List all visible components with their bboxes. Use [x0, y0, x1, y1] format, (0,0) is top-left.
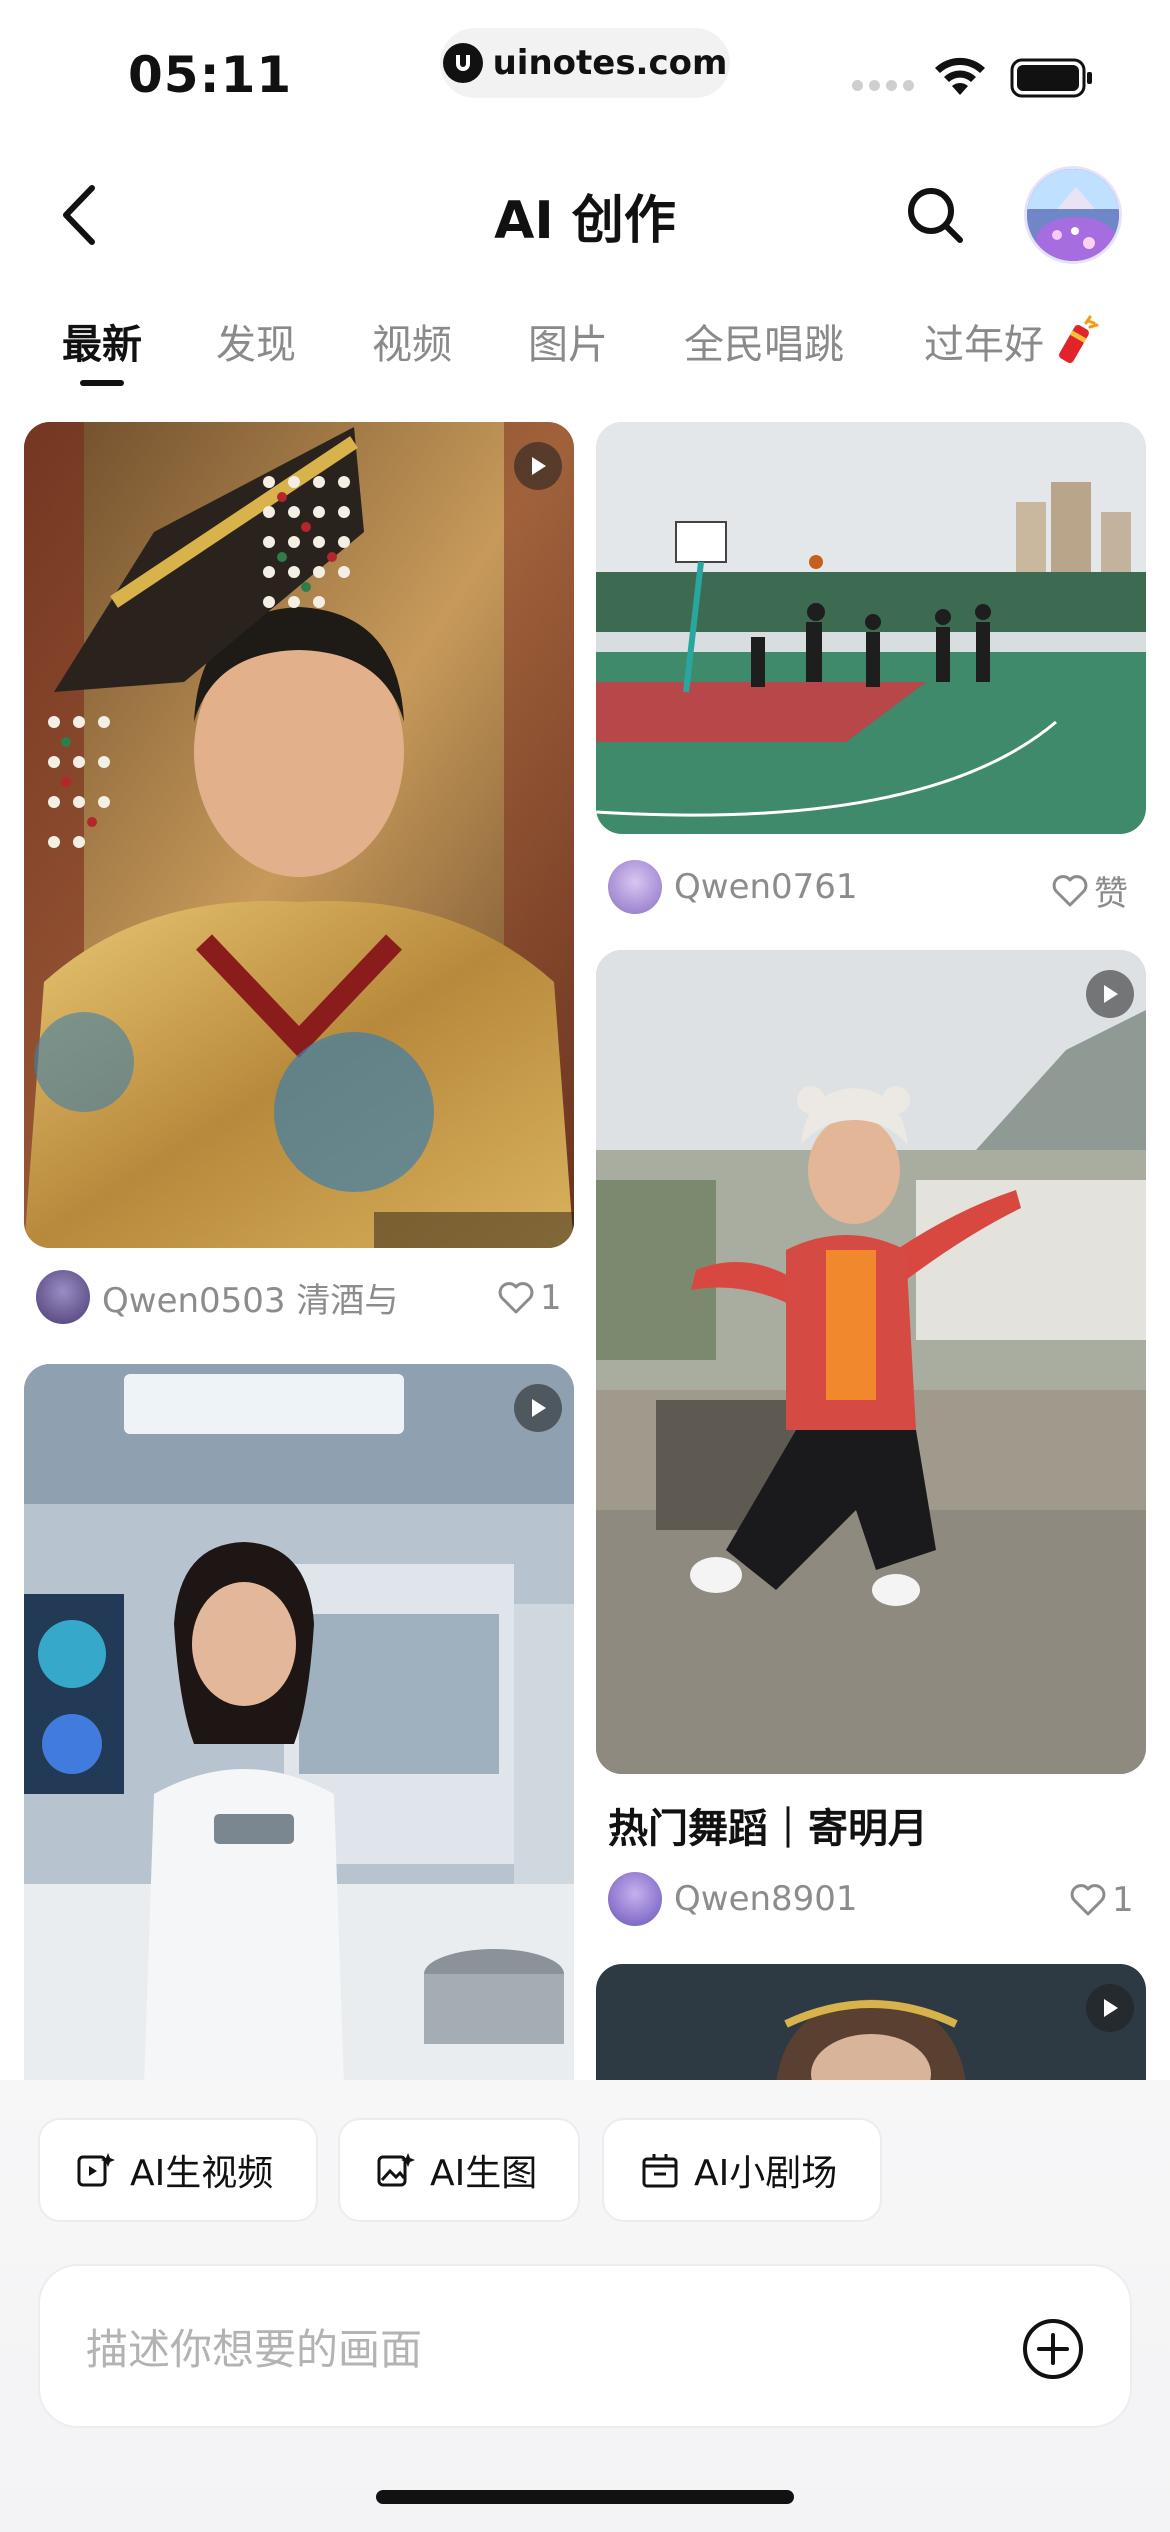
emperor-video-card[interactable]	[24, 422, 574, 1248]
prompt-composer	[38, 2264, 1132, 2428]
site-logo-icon	[442, 43, 483, 83]
search-button[interactable]	[900, 180, 970, 250]
tab-image[interactable]: 图片	[528, 312, 608, 370]
search-icon	[908, 188, 963, 243]
heart-icon	[498, 1282, 534, 1314]
like-count: 1	[1112, 1880, 1134, 1920]
image-sparkle-icon	[377, 2153, 415, 2187]
like-button-dance[interactable]: 1	[1070, 1880, 1134, 1920]
basketball-image-card[interactable]	[596, 422, 1146, 834]
ai-video-label: AI生视频	[130, 2153, 274, 2194]
wifi-icon	[932, 55, 988, 101]
card-author-dance[interactable]: Qwen8901	[608, 1872, 908, 1926]
author-name: Qwen0503 清酒与	[102, 1280, 399, 1321]
battery-icon	[1010, 58, 1094, 102]
theater-icon	[642, 2154, 678, 2188]
fantasy-thumbnail	[596, 1964, 1146, 2084]
like-button-emperor[interactable]: 1	[498, 1278, 562, 1318]
card-author-basketball[interactable]: Qwen0761	[608, 860, 908, 914]
emperor-thumbnail	[24, 422, 574, 1248]
play-icon	[1086, 1984, 1134, 2032]
video-sparkle-icon	[77, 2153, 115, 2187]
dance-thumbnail	[596, 950, 1146, 1774]
ai-image-button[interactable]: AI生图	[338, 2118, 580, 2222]
plus-circle-icon	[1023, 2319, 1083, 2379]
author-name: Qwen0761	[674, 867, 858, 907]
lab-thumbnail	[24, 1364, 574, 2084]
cellular-signal-icon	[852, 80, 914, 91]
tab-discover[interactable]: 发现	[216, 312, 296, 370]
fantasy-video-card[interactable]	[596, 1964, 1146, 2084]
card-author-emperor[interactable]: Qwen0503 清酒与	[36, 1270, 556, 1324]
add-attachment-button[interactable]	[1020, 2316, 1086, 2382]
tab-new-year[interactable]: 过年好	[924, 312, 1104, 370]
heart-icon	[1070, 1884, 1106, 1916]
author-avatar	[608, 860, 662, 914]
like-label: 赞	[1094, 874, 1128, 914]
status-time: 05:11	[128, 46, 293, 104]
heart-icon	[1052, 874, 1088, 906]
ai-image-label: AI生图	[430, 2153, 538, 2194]
url-text: uinotes.com	[492, 43, 728, 83]
card-title-dance: 热门舞蹈｜寄明月	[608, 1806, 928, 1852]
play-icon	[514, 1384, 562, 1432]
tab-latest[interactable]: 最新	[62, 312, 142, 370]
active-tab-indicator	[80, 380, 124, 386]
ai-video-button[interactable]: AI生视频	[38, 2118, 318, 2222]
tab-sing-dance[interactable]: 全民唱跳	[684, 312, 844, 370]
tab-new-year-label: 过年好	[924, 322, 1044, 368]
play-icon	[514, 442, 562, 490]
ai-theater-button[interactable]: AI小剧场	[602, 2118, 882, 2222]
prompt-input[interactable]	[86, 2314, 986, 2384]
page-title: AI 创作	[494, 191, 676, 251]
like-count: 1	[540, 1278, 562, 1318]
ai-theater-label: AI小剧场	[694, 2153, 838, 2194]
url-pill[interactable]: uinotes.com	[440, 28, 730, 98]
user-avatar[interactable]	[1024, 166, 1122, 264]
lab-video-card[interactable]	[24, 1364, 574, 2084]
category-tabs: 最新 发现 视频 图片 全民唱跳 过年好	[0, 312, 1170, 382]
home-indicator	[376, 2490, 794, 2504]
author-avatar	[608, 1872, 662, 1926]
basketball-thumbnail	[596, 422, 1146, 834]
author-avatar	[36, 1270, 90, 1324]
dance-video-card[interactable]	[596, 950, 1146, 1774]
like-button-basketball[interactable]: 赞	[1052, 866, 1128, 915]
author-name: Qwen8901	[674, 1879, 858, 1919]
firecracker-icon	[1059, 315, 1099, 363]
tab-video[interactable]: 视频	[372, 312, 452, 370]
play-icon	[1086, 970, 1134, 1018]
